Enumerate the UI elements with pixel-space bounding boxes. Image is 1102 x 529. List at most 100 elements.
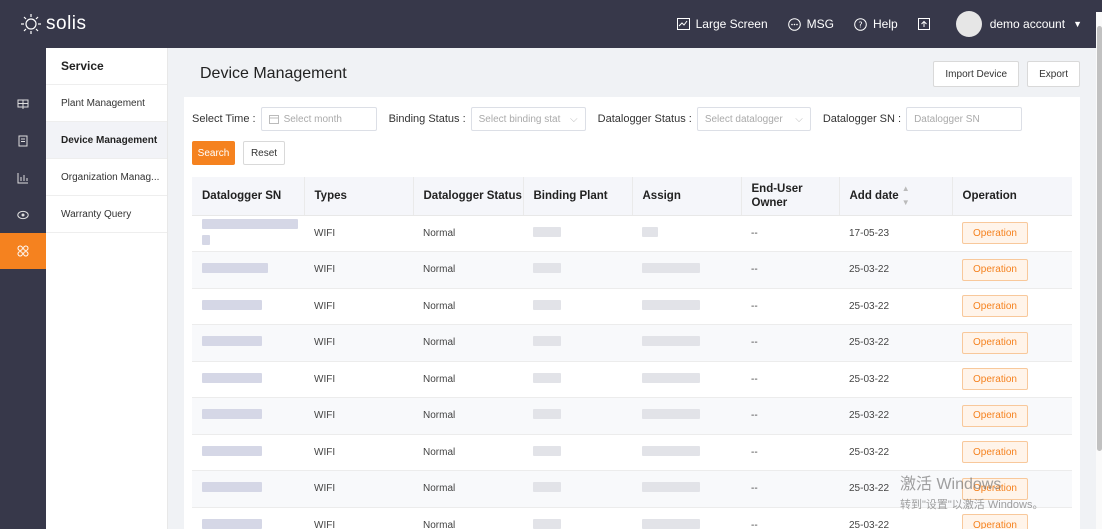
- help-link[interactable]: ? Help: [854, 17, 898, 31]
- msg-label: MSG: [806, 17, 834, 31]
- submenu-item-organization-management[interactable]: Organization Manag...: [46, 159, 167, 196]
- operation-button[interactable]: Operation: [962, 368, 1028, 391]
- cell-status: Normal: [413, 434, 523, 471]
- rail-item-plant[interactable]: [0, 85, 46, 122]
- cell-datalogger-sn: [192, 470, 304, 508]
- rail-item-device[interactable]: [0, 122, 46, 159]
- import-device-button[interactable]: Import Device: [933, 61, 1020, 87]
- operation-button[interactable]: Operation: [962, 331, 1028, 354]
- submenu-item-warranty-query[interactable]: Warranty Query: [46, 196, 167, 233]
- upload-icon: [917, 18, 930, 30]
- avatar: [955, 11, 982, 37]
- operation-button[interactable]: Operation: [962, 404, 1028, 427]
- col-assign: Assign: [632, 177, 742, 216]
- large-screen-link[interactable]: Large Screen: [676, 17, 768, 31]
- rail-item-apps[interactable]: [0, 233, 46, 269]
- operation-button[interactable]: Operation: [962, 258, 1028, 281]
- redacted-assign: [642, 226, 658, 237]
- select-month-picker[interactable]: Select month: [260, 107, 377, 131]
- col-datalogger-status: Datalogger Status: [413, 177, 524, 216]
- redacted-assign: [642, 336, 700, 347]
- col-operation: Operation: [952, 177, 1072, 216]
- redacted-assign: [642, 409, 700, 420]
- redacted-sn: [202, 218, 298, 229]
- screen-icon: [676, 18, 690, 30]
- cell-binding-plant: [523, 507, 632, 529]
- export-button[interactable]: Export: [1027, 61, 1080, 87]
- table-row: WIFI Normal -- 25-03-22 Operation: [192, 397, 1072, 435]
- msg-link[interactable]: MSG: [787, 17, 834, 31]
- redacted-plant: [533, 336, 561, 347]
- cell-assign: [632, 288, 741, 325]
- cell-assign: [632, 324, 741, 362]
- table-row: WIFI Normal -- 17-05-23 Operation: [192, 215, 1072, 252]
- cell-status: Normal: [413, 507, 523, 529]
- redacted-assign: [642, 482, 700, 493]
- datalogger-status-select[interactable]: Select datalogger ⌵: [696, 107, 811, 131]
- datalogger-status-label: Datalogger Status :: [597, 113, 692, 125]
- col-end-user-owner: End-User Owner: [741, 177, 840, 216]
- submenu-item-device-management[interactable]: Device Management: [46, 122, 167, 159]
- help-icon: ?: [854, 17, 867, 31]
- col-add-date[interactable]: Add date▲ ▼: [839, 177, 953, 216]
- cell-binding-plant: [523, 434, 632, 471]
- search-button[interactable]: Search: [192, 141, 235, 165]
- sort-icon[interactable]: ▲ ▼: [902, 182, 910, 210]
- redacted-assign: [642, 263, 700, 274]
- cell-owner: --: [741, 434, 839, 471]
- operation-button[interactable]: Operation: [962, 295, 1028, 318]
- cell-binding-plant: [523, 288, 632, 325]
- scrollbar-thumb[interactable]: [1097, 26, 1102, 451]
- redacted-sn-extra: [202, 234, 210, 245]
- page-header: Device Management Import Device Export: [184, 48, 1080, 96]
- redacted-sn: [202, 445, 262, 456]
- operation-button[interactable]: Operation: [962, 222, 1028, 245]
- month-placeholder: Select month: [283, 113, 342, 125]
- cell-operation: Operation: [952, 251, 1072, 289]
- col-binding-plant: Binding Plant: [523, 177, 633, 216]
- table-row: WIFI Normal -- 25-03-22 Operation: [192, 361, 1072, 398]
- operation-button[interactable]: Operation: [962, 514, 1028, 529]
- cell-type: WIFI: [304, 434, 413, 471]
- filter-bar: Select Time : Select month Binding Statu…: [192, 107, 1034, 131]
- cell-binding-plant: [523, 397, 632, 435]
- redacted-plant: [533, 482, 561, 493]
- rail-item-eye[interactable]: [0, 196, 46, 233]
- redacted-plant: [533, 518, 561, 529]
- svg-text:?: ?: [858, 20, 862, 29]
- redacted-plant: [533, 372, 561, 383]
- binding-status-select[interactable]: Select binding stat ⌵: [470, 107, 586, 131]
- cell-add-date: 25-03-22: [839, 361, 952, 398]
- submenu-item-plant-management[interactable]: Plant Management: [46, 85, 167, 122]
- cell-add-date: 25-03-22: [839, 434, 952, 471]
- datalogger-sn-input[interactable]: Datalogger SN: [906, 107, 1023, 131]
- reset-button[interactable]: Reset: [243, 141, 285, 165]
- cell-owner: --: [741, 324, 839, 362]
- export-link[interactable]: [917, 18, 936, 30]
- redacted-sn: [202, 409, 262, 420]
- cell-type: WIFI: [304, 507, 413, 529]
- cell-datalogger-sn: [192, 361, 304, 398]
- cell-assign: [632, 215, 741, 252]
- cell-add-date: 25-03-22: [839, 397, 952, 435]
- cell-datalogger-sn: [192, 397, 304, 435]
- cell-status: Normal: [413, 251, 523, 289]
- cell-status: Normal: [413, 470, 523, 508]
- cell-datalogger-sn: [192, 215, 304, 252]
- cell-assign: [632, 251, 741, 289]
- cell-status: Normal: [413, 397, 523, 435]
- solis-logo[interactable]: solis: [0, 0, 168, 48]
- cell-assign: [632, 470, 741, 508]
- operation-button[interactable]: Operation: [962, 441, 1028, 464]
- cell-binding-plant: [523, 470, 632, 508]
- cell-owner: --: [741, 470, 839, 508]
- large-screen-label: Large Screen: [695, 17, 768, 31]
- cell-datalogger-sn: [192, 507, 304, 529]
- rail-item-chart[interactable]: [0, 159, 46, 196]
- cell-datalogger-sn: [192, 288, 304, 325]
- device-panel: Select Time : Select month Binding Statu…: [184, 97, 1080, 529]
- page-scrollbar[interactable]: [1096, 12, 1102, 529]
- user-menu[interactable]: demo account ▼: [955, 11, 1082, 37]
- cell-binding-plant: [523, 361, 632, 398]
- table-row: WIFI Normal -- 25-03-22 Operation: [192, 434, 1072, 471]
